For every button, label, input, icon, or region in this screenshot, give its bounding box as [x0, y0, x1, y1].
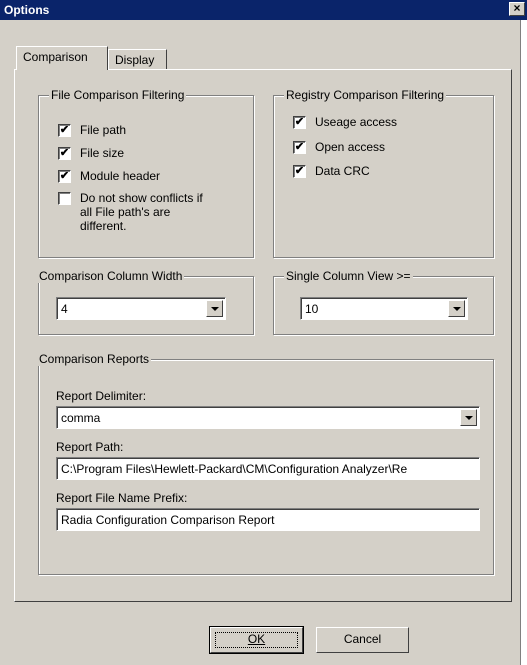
comparison-reports-group: Comparison Reports Report Delimiter: com… — [37, 352, 494, 575]
hide-conflicts-label-line3: different. — [80, 219, 127, 233]
tab-comparison-label: Comparison — [23, 50, 88, 64]
tab-display-label: Display — [115, 53, 155, 67]
report-prefix-label: Report File Name Prefix: — [56, 491, 188, 505]
module-header-label: Module header — [80, 169, 161, 183]
file-size-label: File size — [80, 146, 125, 160]
cancel-button-label: Cancel — [343, 632, 382, 646]
report-delimiter-combo[interactable]: comma — [56, 406, 480, 429]
checkmark-icon: ✔ — [59, 170, 70, 182]
close-icon[interactable]: × — [509, 2, 525, 16]
checkmark-icon: ✔ — [294, 141, 305, 153]
ok-button[interactable]: OK — [209, 626, 304, 654]
open-access-checkbox[interactable]: ✔ — [293, 141, 306, 154]
file-filtering-legend: File Comparison Filtering — [49, 88, 187, 102]
comparison-reports-legend: Comparison Reports — [37, 352, 152, 366]
title-bar: Options × — [0, 0, 527, 20]
checkmark-icon: ✔ — [294, 116, 305, 128]
column-width-legend: Comparison Column Width — [37, 269, 185, 283]
file-comparison-filtering-group: File Comparison Filtering ✔ File path ✔ … — [38, 88, 254, 258]
tab-display[interactable]: Display — [108, 49, 167, 70]
file-size-checkbox[interactable]: ✔ — [58, 147, 71, 160]
focus-rect — [215, 632, 298, 648]
chevron-down-icon[interactable] — [206, 300, 223, 317]
window-title: Options — [4, 3, 50, 17]
chevron-down-icon[interactable] — [460, 409, 477, 426]
column-width-value: 4 — [61, 302, 68, 316]
data-crc-label: Data CRC — [315, 164, 370, 178]
column-width-combo[interactable]: 4 — [56, 297, 226, 320]
column-width-group: Comparison Column Width 4 — [37, 269, 254, 335]
checkmark-icon: ✔ — [59, 147, 70, 159]
cancel-button[interactable]: Cancel — [316, 627, 409, 653]
open-access-label: Open access — [315, 140, 386, 154]
hide-conflicts-label-line1: Do not show conflicts if — [80, 191, 203, 205]
report-prefix-input[interactable]: Radia Configuration Comparison Report — [56, 508, 480, 531]
file-path-label: File path — [80, 123, 127, 137]
tab-panel-comparison: File Comparison Filtering ✔ File path ✔ … — [14, 69, 512, 602]
registry-filtering-legend: Registry Comparison Filtering — [284, 88, 447, 102]
report-path-input[interactable]: C:\Program Files\Hewlett-Packard\CM\Conf… — [56, 457, 480, 480]
useage-access-label: Useage access — [315, 115, 398, 129]
report-delimiter-label: Report Delimiter: — [56, 389, 147, 403]
useage-access-checkbox[interactable]: ✔ — [293, 116, 306, 129]
single-column-view-group: Single Column View >= 10 — [273, 269, 494, 335]
report-prefix-value: Radia Configuration Comparison Report — [61, 513, 275, 527]
checkmark-icon: ✔ — [59, 124, 70, 136]
report-delimiter-value: comma — [61, 411, 101, 425]
module-header-checkbox[interactable]: ✔ — [58, 170, 71, 183]
single-column-combo[interactable]: 10 — [300, 297, 468, 320]
file-path-checkbox[interactable]: ✔ — [58, 124, 71, 137]
hide-conflicts-checkbox[interactable] — [58, 192, 71, 205]
single-column-legend: Single Column View >= — [284, 269, 413, 283]
tab-comparison[interactable]: Comparison — [16, 46, 108, 70]
chevron-down-icon[interactable] — [448, 300, 465, 317]
report-path-value: C:\Program Files\Hewlett-Packard\CM\Conf… — [61, 462, 408, 476]
hide-conflicts-label-line2: all File path's are — [80, 205, 171, 219]
single-column-value: 10 — [305, 302, 319, 316]
report-path-label: Report Path: — [56, 440, 124, 454]
checkmark-icon: ✔ — [294, 165, 305, 177]
data-crc-checkbox[interactable]: ✔ — [293, 165, 306, 178]
registry-comparison-filtering-group: Registry Comparison Filtering ✔ Useage a… — [273, 88, 494, 258]
